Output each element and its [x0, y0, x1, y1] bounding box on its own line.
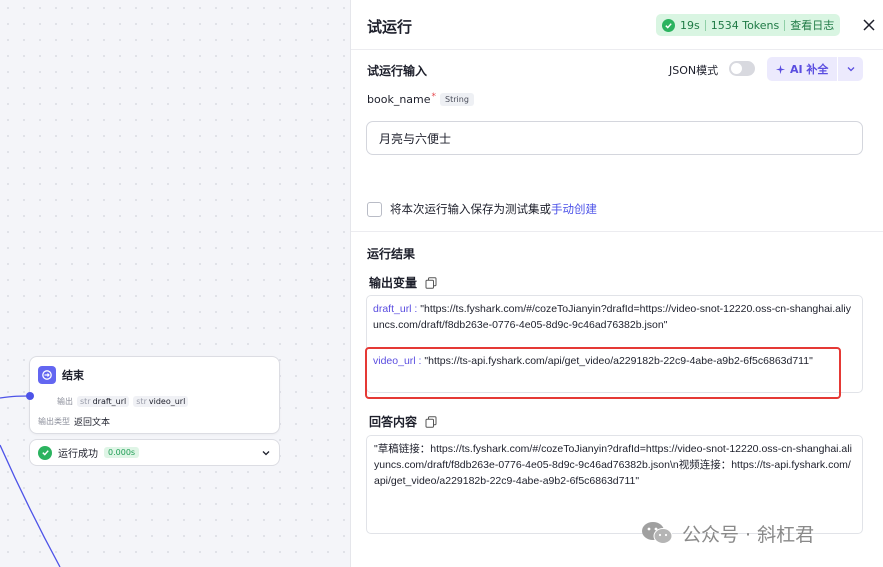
run-time-badge: 0.000s: [104, 447, 140, 458]
ai-dropdown-button[interactable]: [838, 57, 863, 81]
output-type-label: 输出类型: [38, 417, 70, 426]
end-node-outputs: 输出 str draft_url str video_url: [57, 396, 189, 407]
copy-icon[interactable]: [425, 276, 437, 289]
close-icon[interactable]: [861, 17, 877, 33]
end-node-title: 结束: [62, 369, 84, 382]
end-node-output-type: 输出类型 返回文本: [38, 415, 110, 428]
workflow-canvas[interactable]: 结束 输出 str draft_url str video_url 输出类型 返回文…: [0, 0, 350, 567]
watermark-text: 公众号 · 斜杠君: [682, 523, 815, 546]
sparkle-icon: [775, 64, 786, 74]
ai-complete-button[interactable]: AI 补全: [767, 57, 837, 81]
save-testset-text: 将本次运行输入保存为测试集或: [390, 202, 551, 216]
wechat-icon: [642, 522, 673, 544]
run-duration: 19s: [680, 18, 700, 32]
end-node-icon: [38, 366, 56, 384]
test-run-panel: 试运行 19s 1534 Tokens 查看日志 试运行输入 JSON模式 AI…: [350, 0, 883, 567]
var-tag-video-url: str video_url: [133, 396, 189, 407]
answer-text: "草稿链接：https://ts.fyshark.com/#/cozeToJia…: [374, 443, 852, 487]
draft-url-key: draft_url :: [373, 303, 418, 315]
ai-complete-button-group: AI 补全: [767, 57, 863, 81]
var-tag-draft-url: str draft_url: [77, 396, 130, 407]
edge-into-end: [0, 395, 30, 399]
output-type-value: 返回文本: [74, 418, 111, 428]
draft-url-value: "https://ts.fyshark.com/#/cozeToJianyin?…: [373, 303, 851, 331]
divider: [704, 19, 706, 31]
draft-url-line: draft_url : "https://ts.fyshark.com/#/co…: [373, 301, 851, 333]
input-port[interactable]: [26, 392, 34, 400]
json-mode-label: JSON模式: [669, 64, 719, 77]
answer-header: 回答内容: [369, 413, 437, 430]
run-stats-badge: 19s 1534 Tokens 查看日志: [656, 14, 841, 36]
run-tokens: 1534 Tokens: [710, 18, 780, 32]
type-tag: String: [440, 93, 474, 106]
book-name-input[interactable]: [366, 121, 863, 155]
panel-title: 试运行: [367, 18, 413, 36]
save-testset-checkbox[interactable]: [367, 201, 382, 217]
save-testset-row: 将本次运行输入保存为测试集或手动创建: [367, 201, 597, 217]
chevron-down-icon[interactable]: [261, 443, 271, 462]
input-section-title: 试运行输入: [367, 64, 428, 78]
output-vars-header: 输出变量: [369, 274, 437, 291]
json-mode-toggle[interactable]: [729, 61, 755, 76]
view-log-link[interactable]: 查看日志: [790, 17, 834, 33]
video-url-highlight-box: [365, 347, 841, 399]
run-status-label: 运行成功: [58, 449, 98, 460]
divider: [784, 19, 786, 31]
section-divider: [351, 231, 883, 232]
output-vars-title: 输出变量: [369, 276, 418, 290]
success-check-icon: [38, 445, 52, 460]
end-node[interactable]: 结束 输出 str draft_url str video_url 输出类型 返回文…: [26, 356, 280, 434]
copy-icon[interactable]: [425, 415, 437, 428]
chevron-down-icon: [847, 67, 854, 72]
panel-header: 试运行 19s 1534 Tokens 查看日志: [351, 0, 883, 50]
workflow-edges: [0, 395, 61, 567]
result-section-title: 运行结果: [367, 247, 416, 261]
manual-create-link[interactable]: 手动创建: [551, 202, 597, 216]
book-name-field-label: book_name * String: [367, 91, 474, 106]
run-status-bar[interactable]: 运行成功 0.000s: [29, 439, 280, 466]
success-check-icon: [662, 18, 675, 32]
output-label: 输出: [57, 397, 73, 406]
watermark: 公众号 · 斜杠君: [640, 519, 814, 547]
required-mark: *: [431, 91, 437, 102]
answer-title: 回答内容: [369, 415, 418, 429]
